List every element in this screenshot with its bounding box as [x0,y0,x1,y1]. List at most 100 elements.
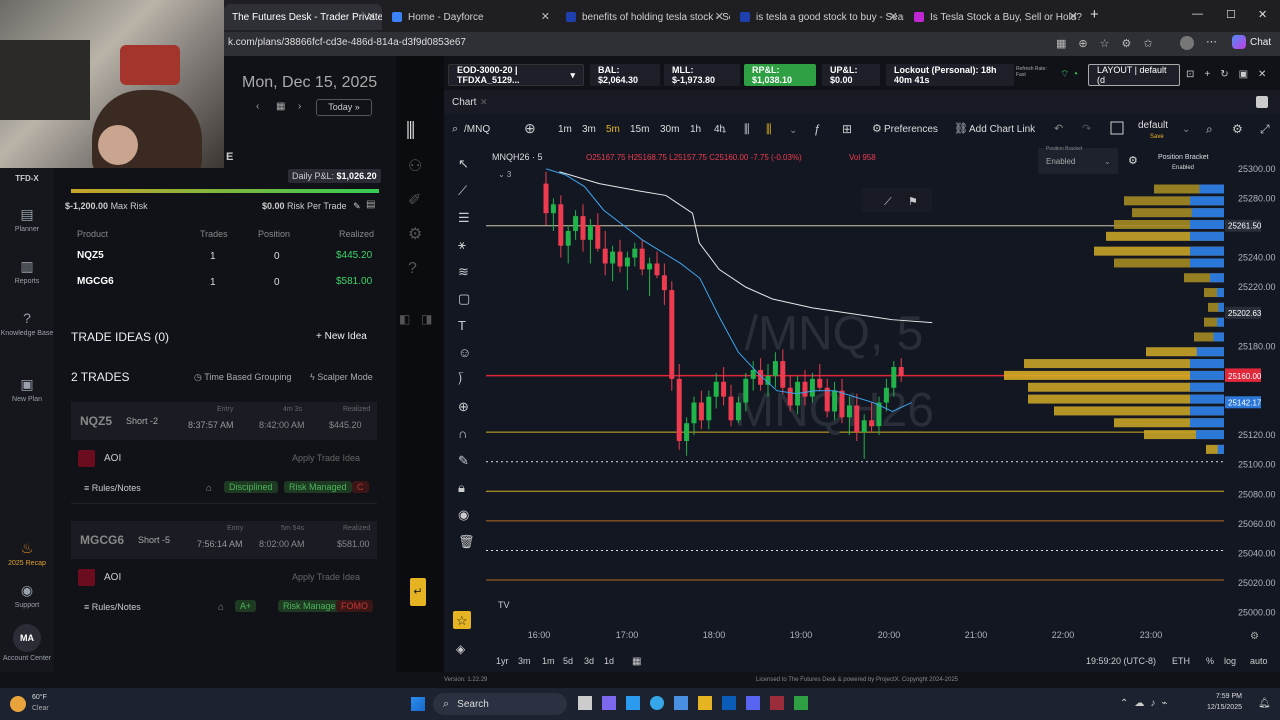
task-view-icon[interactable] [578,696,592,710]
line-tool-icon[interactable]: ⟋ [884,196,892,208]
timeframe-button[interactable]: 3m [582,124,596,135]
chevron-down-icon[interactable]: ⌄ [1182,124,1190,135]
sidebar-item-account-center[interactable]: MA Account Center [0,624,54,662]
add-panel-icon[interactable] [1256,96,1268,108]
undo-icon[interactable]: ↶ [1054,123,1063,135]
outlook-icon[interactable] [722,696,736,710]
emoji-icon[interactable]: ☺ [458,345,471,360]
app-icon[interactable] [794,696,808,710]
layout-selector[interactable]: LAYOUT | default (d [1088,64,1180,86]
windows-start-icon[interactable] [411,697,425,711]
candles-icon[interactable]: ⫼ [766,122,772,136]
gear-icon[interactable]: ⚙ [872,123,882,135]
chart-tab[interactable]: Chart [452,97,477,108]
edge-icon[interactable] [626,696,640,710]
apply-trade-idea[interactable]: Apply Trade Idea [292,453,360,463]
aoi-color-swatch[interactable] [78,450,95,467]
save-layout[interactable]: Save [1150,134,1164,140]
timeframe-button[interactable]: 5m [606,124,620,135]
tag-remove-icon[interactable]: C [352,481,369,493]
collapse-left-icon[interactable]: ◧ [399,312,410,326]
new-idea-button[interactable]: + New Idea [316,331,367,342]
scalper-mode-toggle[interactable]: ϟ Scalper Mode [310,372,373,382]
draw-icon[interactable]: ✐ [408,190,421,210]
cursor-icon[interactable]: ↖ [458,156,469,171]
add-chart-link-button[interactable]: Add Chart Link [969,124,1036,135]
range-button[interactable]: 1m [542,656,555,666]
layout-action-icons[interactable]: ⊡+↻▣✕ [1186,69,1276,80]
range-button[interactable]: 1d [604,656,614,666]
tab-tesla-buy-sell[interactable]: Is Tesla Stock a Buy, Sell or Hold? ✕ [906,4,1084,30]
new-tab-icon[interactable]: + [1090,6,1099,23]
close-icon[interactable]: ✕ [889,10,898,23]
text-icon[interactable]: T [458,318,466,333]
indicator-toggle[interactable]: ⌄ 3 [498,170,512,179]
sidebar-item-reports[interactable]: ▥ Reports [0,258,54,285]
apply-trade-idea[interactable]: Apply Trade Idea [292,572,360,582]
notification-icon[interactable]: 🔔︎ [1258,698,1271,709]
timeframe-button[interactable]: 30m [660,124,679,135]
rules-notes-link[interactable]: ≡ Rules/Notes [84,602,141,612]
app-icon[interactable] [770,696,784,710]
edit-icon[interactable]: ✎ [353,201,361,211]
trade-card[interactable]: NQZ5 Short -2 Entry 8:37:57 AM 4m 3s 8:4… [71,402,377,440]
timeframe-button[interactable]: 1m [558,124,572,135]
close-icon[interactable]: ✕ [541,10,550,23]
tab-dayforce[interactable]: Home - Dayforce ✕ [384,4,556,30]
today-button[interactable]: Today » [316,99,372,116]
people-icon[interactable]: ⚇ [408,156,422,176]
collapse-right-icon[interactable]: ◨ [421,312,432,326]
tab-futures-desk[interactable]: The Futures Desk - Trader Private ✕ [224,4,382,30]
url-field[interactable]: k.com/plans/38866fcf-cd3e-486d-814a-d3f9… [228,37,466,48]
trade-card[interactable]: MGCG6 Short -5 Entry 7:56:14 AM 5m 54s 8… [71,521,377,559]
tag-risk-managed[interactable]: Risk Managed [284,481,352,493]
redo-icon[interactable]: ↷ [1082,123,1091,135]
tag-fomo[interactable]: FOMO [336,600,373,612]
close-icon[interactable]: ✕ [367,10,376,23]
range-button[interactable]: 3m [518,656,531,666]
tag-disciplined[interactable]: Disciplined [224,481,278,493]
lock-icon[interactable]: 🔒︎ [458,480,465,495]
search-icon[interactable]: ⌕ [452,123,458,135]
preferences-button[interactable]: Preferences [884,124,938,135]
add-symbol-icon[interactable]: ⊕ [524,120,536,136]
notes-icon[interactable]: ▤ [366,199,375,210]
range-button[interactable]: 5d [563,656,573,666]
expand-panel-button[interactable]: ↵ [410,578,426,606]
trend-line-icon[interactable]: ⟋ [458,183,468,198]
rectangle-icon[interactable]: ▢ [458,291,470,306]
sidebar-item-recap[interactable]: ♨ 2025 Recap [0,540,54,567]
chart-tab-close-icon[interactable]: ✕ [480,97,488,107]
tab-tesla-benefits[interactable]: benefits of holding tesla stock - Se ✕ [558,4,730,30]
price-chart[interactable]: ↖⟋☰⚹≋▢T☺⟌⊕∩✎🔒︎◉🗑︎☆◈/MNQ, 5MNQH26MNQH26 ·… [453,146,1276,667]
close-icon[interactable]: ✕ [715,10,724,23]
system-tray-icons[interactable]: ⌃☁♪⌁ [1120,698,1173,709]
sidebar-item-new-plan[interactable]: ▣ New Plan [0,376,54,403]
discord-icon[interactable] [746,696,760,710]
zoom-in-icon[interactable]: ⊕ [458,399,469,414]
log-toggle[interactable]: log [1224,656,1236,666]
link-icon[interactable]: ⛓ [954,122,968,135]
browser-toolbar-icons[interactable]: ▦⊕☆⚙✩ [1056,37,1165,50]
chart-tool-icon[interactable]: ⫼ [406,120,415,143]
brush-icon[interactable]: ≋ [458,264,469,279]
trash-icon[interactable]: 🗑︎ [458,534,475,549]
weather-icon[interactable] [10,696,26,712]
templates-icon[interactable]: ⊞ [842,122,852,136]
sidebar-item-support[interactable]: ◉ Support [0,582,54,609]
auto-toggle[interactable]: auto [1250,656,1268,666]
sidebar-item-knowledge-base[interactable]: ? Knowledge Base [0,310,54,337]
aoi-color-swatch[interactable] [78,569,95,586]
fib-icon[interactable]: ☰ [458,210,470,225]
chevron-down-icon[interactable]: ⌄ [720,125,728,136]
folder-icon[interactable] [698,696,712,710]
sidebar-item-planner[interactable]: ▤ Planner [0,206,54,233]
teams-icon[interactable] [602,696,616,710]
minimize-icon[interactable]: — [1192,8,1203,20]
next-day-icon[interactable]: › [298,101,301,112]
tab-tesla-good[interactable]: is tesla a good stock to buy - Sear ✕ [732,4,904,30]
rules-notes-link[interactable]: ≡ Rules/Notes [84,483,141,493]
gear-icon[interactable]: ⚙ [1232,122,1243,136]
account-selector[interactable]: EOD-3000-20 | TFDXA_5129... ▾ [448,64,584,86]
bar-style-icon[interactable]: ⫼ [744,122,750,136]
